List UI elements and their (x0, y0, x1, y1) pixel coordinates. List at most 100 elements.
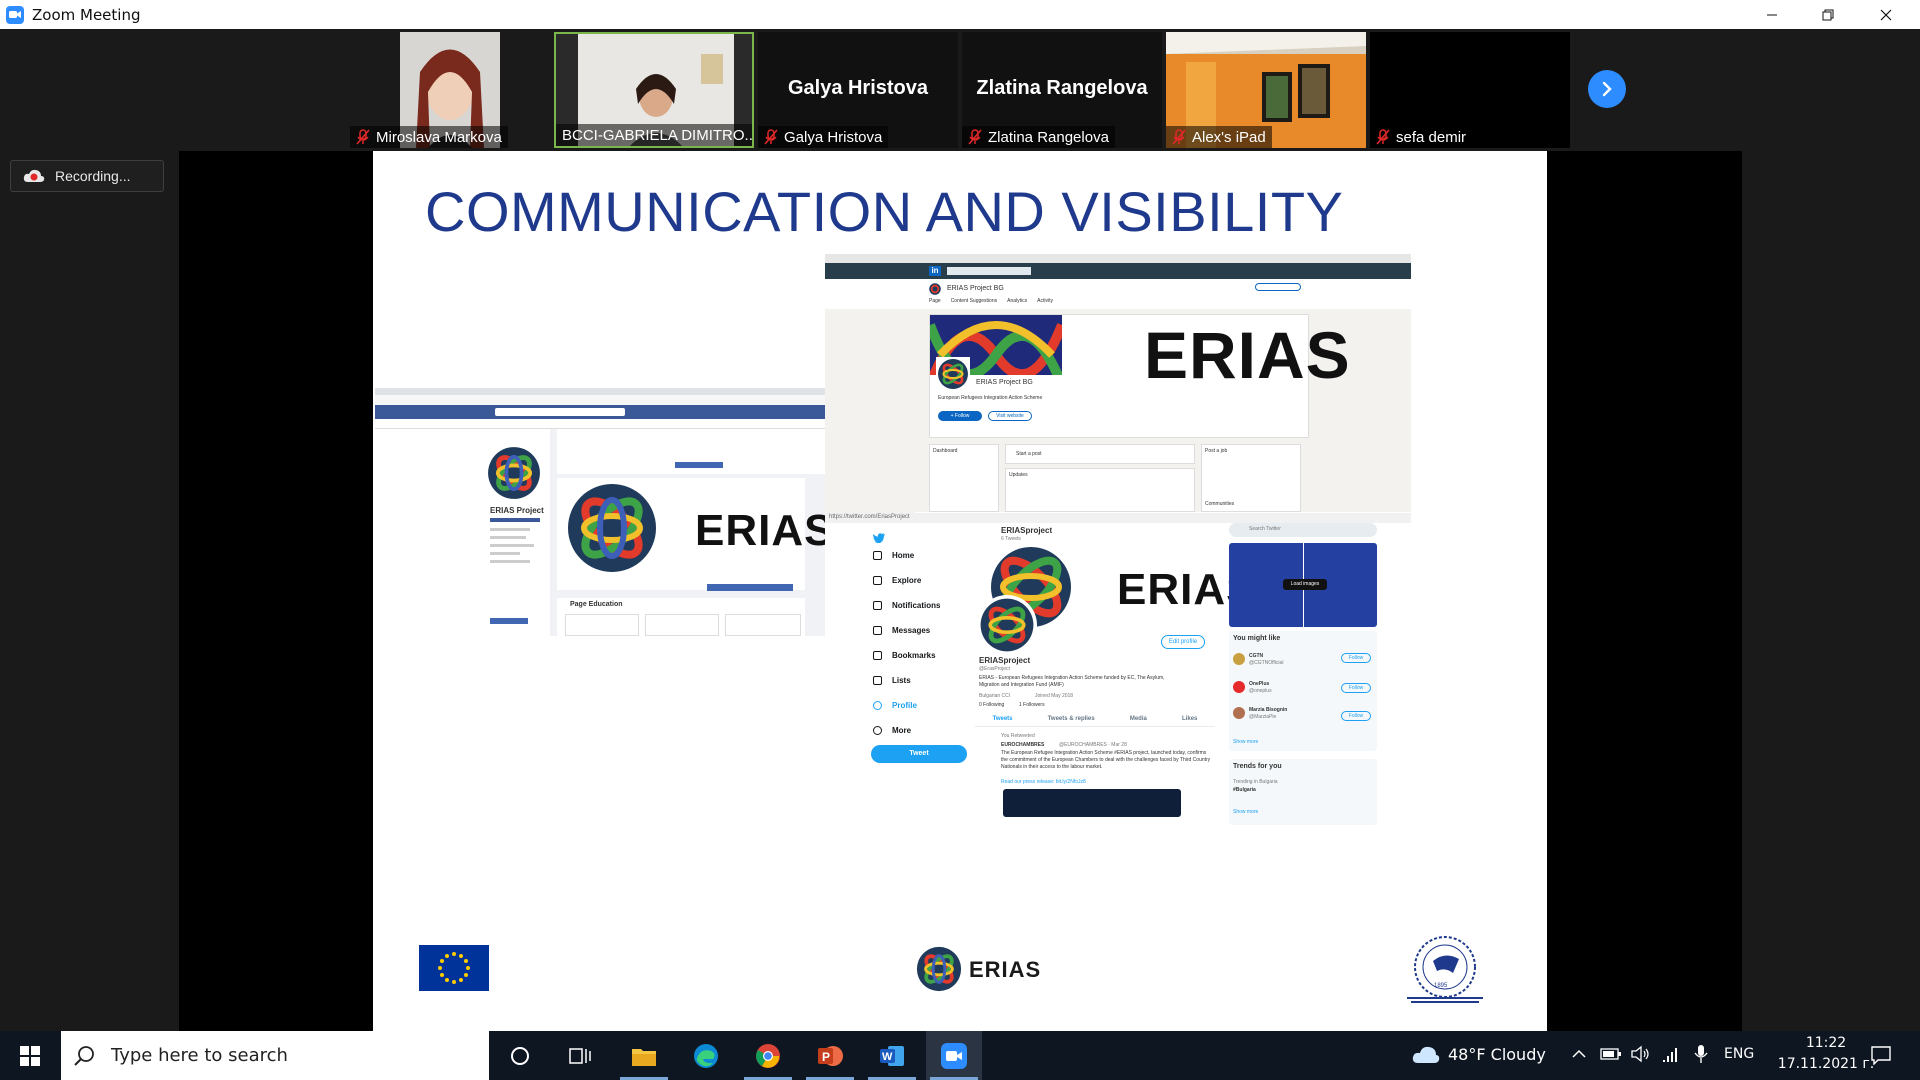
notifications-icon[interactable] (1870, 1045, 1892, 1065)
facebook-action-button (707, 584, 793, 591)
participant-tile-active[interactable]: BCCI-GABRIELA DIMITRO... (554, 32, 754, 148)
chrome-taskbar-button[interactable] (740, 1031, 796, 1080)
restore-button[interactable] (1800, 0, 1856, 29)
twitter-profile-tabs: Tweets Tweets & replies Media Likes (975, 711, 1215, 727)
linkedin-page-name: ERIAS Project BG (976, 379, 1033, 386)
twitter-profile-name: ERIASproject (979, 656, 1031, 665)
facebook-search-input (495, 408, 625, 416)
twitter-nav-more[interactable]: More (873, 726, 911, 735)
follow-button[interactable]: Follow (1341, 683, 1371, 693)
linkedin-visit-button[interactable]: Visit website (988, 411, 1032, 421)
window-titlebar: Zoom Meeting (0, 0, 1920, 29)
word-icon: W (880, 1045, 904, 1066)
linkedin-page-screenshot: in ERIAS Project BG Page Content Suggest… (825, 254, 1411, 512)
retweet-text: The European Refugee Integration Action … (1001, 750, 1211, 770)
wifi-icon[interactable] (1662, 1045, 1682, 1063)
twitter-bio: ERIAS - European Refugees Integration Ac… (979, 675, 1165, 688)
twitter-nav-bookmarks[interactable]: Bookmarks (873, 651, 936, 660)
participant-label: Galya Hristova (758, 126, 889, 148)
powerpoint-icon: P (818, 1045, 843, 1066)
volume-icon[interactable] (1630, 1045, 1650, 1063)
word-taskbar-button[interactable]: W (864, 1031, 920, 1080)
slide-title: COMMUNICATION AND VISIBILITY (425, 180, 1344, 243)
muted-mic-icon (764, 129, 778, 145)
participant-label: Miroslava Markova (350, 126, 508, 148)
muted-mic-icon (356, 129, 370, 145)
twitter-avatar (977, 595, 1037, 655)
start-button[interactable] (2, 1031, 58, 1080)
file-explorer-taskbar-button[interactable] (616, 1031, 672, 1080)
erias-footer-logo-icon (916, 946, 962, 992)
participant-label: sefa demir (1370, 126, 1473, 148)
edit-profile-button[interactable]: Edit profile (1161, 635, 1205, 649)
zoom-taskbar-button[interactable] (926, 1031, 982, 1080)
folder-icon (632, 1048, 656, 1066)
erias-logo-icon (936, 357, 970, 391)
participant-tile[interactable]: Miroslava Markova (350, 32, 550, 148)
facebook-section-title: Page Education (570, 601, 623, 608)
microphone-icon[interactable] (1694, 1044, 1708, 1064)
participant-tile[interactable]: Alex's iPad (1166, 32, 1366, 148)
chevron-up-icon[interactable] (1572, 1049, 1586, 1059)
language-indicator[interactable]: ENG (1724, 1046, 1754, 1062)
twitter-media-tile: Load images (1229, 543, 1377, 627)
close-button[interactable] (1858, 0, 1914, 29)
task-view-icon (569, 1047, 591, 1064)
load-images-button[interactable]: Load images (1283, 579, 1327, 590)
participant-label: BCCI-GABRIELA DIMITRO... (556, 124, 752, 146)
linkedin-tabs: Page Content Suggestions Analytics Activ… (929, 298, 1053, 304)
bcci-emblem-year: 1895 (1434, 983, 1448, 989)
clock-time[interactable]: 11:22 (1790, 1035, 1862, 1051)
windows-taskbar: Type here to search P W 48°F Cloudy ENG … (0, 1031, 1920, 1080)
participant-tile[interactable]: sefa demir (1370, 32, 1570, 148)
twitter-nav-notifications[interactable]: Notifications (873, 601, 940, 610)
participant-name-display: Zlatina Rangelova (976, 77, 1148, 99)
screen-share-area: COMMUNICATION AND VISIBILITY ERIAS Proje… (179, 151, 1742, 1031)
twitter-search-input[interactable]: Search Twitter (1229, 523, 1377, 537)
participant-tile[interactable]: Galya Hristova Galya Hristova (758, 32, 958, 148)
task-view-button[interactable] (552, 1031, 608, 1080)
zoom-app-icon (941, 1042, 967, 1069)
twitter-nav-home[interactable]: Home (873, 551, 914, 560)
participant-tile[interactable]: Zlatina Rangelova Zlatina Rangelova (962, 32, 1162, 148)
minimize-button[interactable] (1744, 0, 1800, 29)
muted-mic-icon (1376, 129, 1390, 145)
recording-indicator[interactable]: Recording... (10, 160, 164, 192)
linkedin-tagline: European Refugees Integration Action Sch… (938, 395, 1043, 401)
svg-text:W: W (882, 1051, 893, 1063)
task-view-button[interactable] (492, 1031, 548, 1080)
linkedin-follow-button[interactable]: + Follow (938, 411, 982, 421)
bcci-emblem-icon (1407, 936, 1483, 1003)
meeting-stage: Miroslava Markova BCCI-GABRIELA DIMITRO.… (0, 29, 1920, 1031)
erias-logo-icon (488, 447, 540, 499)
tweet-button[interactable]: Tweet (871, 745, 967, 763)
edge-taskbar-button[interactable] (678, 1031, 734, 1080)
taskbar-search-input[interactable]: Type here to search (61, 1031, 489, 1080)
participant-label: Zlatina Rangelova (962, 126, 1115, 148)
erias-wordmark: ERIAS (1144, 318, 1351, 392)
muted-mic-icon (1172, 129, 1186, 145)
weather-readout[interactable]: 48°F Cloudy (1448, 1045, 1546, 1064)
facebook-page-name: ERIAS Project (490, 506, 544, 515)
next-page-button[interactable] (1588, 70, 1626, 108)
cloud-recording-icon (23, 169, 45, 182)
powerpoint-taskbar-button[interactable]: P (802, 1031, 858, 1080)
erias-logo-icon (929, 283, 941, 295)
follow-button[interactable]: Follow (1341, 711, 1371, 721)
erias-logo-icon (568, 484, 656, 572)
linkedin-header-card: ERIAS ERIAS Project BG European Refugees… (929, 314, 1350, 438)
participant-name-display: Galya Hristova (787, 77, 929, 99)
chevron-right-icon (1602, 81, 1612, 97)
twitter-nav-messages[interactable]: Messages (873, 626, 930, 635)
search-icon (74, 1045, 94, 1066)
battery-icon[interactable] (1600, 1046, 1622, 1062)
twitter-nav-explore[interactable]: Explore (873, 576, 921, 585)
facebook-cover: ERIAS (557, 478, 833, 590)
twitter-nav-lists[interactable]: Lists (873, 676, 911, 685)
follow-button[interactable]: Follow (1341, 653, 1371, 663)
twitter-nav-profile[interactable]: Profile (873, 701, 917, 710)
windows-logo-icon (20, 1045, 40, 1066)
chrome-browser-icon (756, 1043, 780, 1068)
presentation-slide: COMMUNICATION AND VISIBILITY ERIAS Proje… (373, 151, 1547, 1031)
muted-mic-icon (968, 129, 982, 145)
